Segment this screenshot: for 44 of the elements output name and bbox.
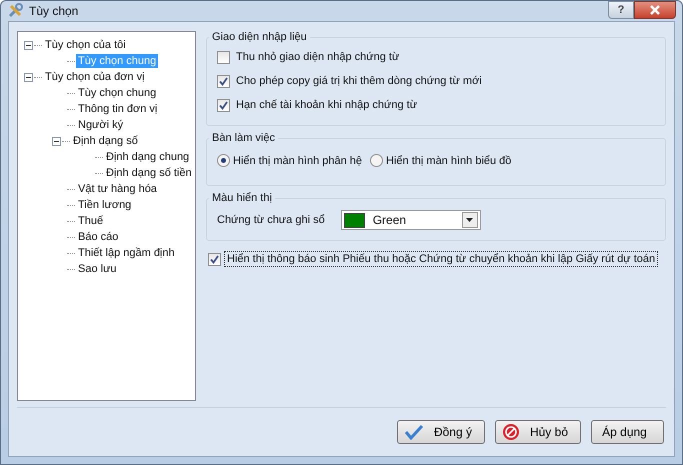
apply-button[interactable]: Áp dụng <box>591 420 664 444</box>
close-button[interactable] <box>634 1 676 19</box>
group-title: Giao diện nhập liệu <box>211 31 308 43</box>
collapse-icon[interactable] <box>24 72 33 82</box>
cancel-button[interactable]: Hủy bỏ <box>494 420 581 444</box>
close-icon <box>649 5 661 15</box>
checkbox[interactable] <box>217 50 230 64</box>
tree-item[interactable]: Thuế <box>76 214 106 228</box>
radio-label: Hiển thị màn hình biểu đồ <box>386 154 512 166</box>
ok-button[interactable]: Đồng ý <box>396 420 485 444</box>
radio-button[interactable] <box>217 154 230 167</box>
help-button[interactable]: ? <box>608 1 634 19</box>
tree-item[interactable]: Tùy chọn của đơn vị <box>43 70 147 84</box>
tree-item[interactable]: Báo cáo <box>76 230 120 244</box>
checkbox-label: Hiển thị thông báo sinh Phiếu thu hoặc Chứng từ chuyển khoản khi lập Giấy rút dự toán <box>224 251 658 267</box>
tree-item[interactable]: Thiết lập ngầm định <box>76 246 177 260</box>
checkbox-label: Cho phép copy giá trị khi thêm dòng chứng từ mới <box>236 75 482 87</box>
checkbox-label: Thu nhỏ giao diện nhập chứng từ <box>236 51 400 63</box>
color-dropdown[interactable]: Green <box>340 210 481 230</box>
tree-item[interactable]: Vật tư hàng hóa <box>76 182 159 196</box>
checkbox[interactable] <box>217 74 230 88</box>
tree-item[interactable]: Định dạng số <box>71 134 140 148</box>
tree-item[interactable]: Tùy chọn chung <box>76 86 158 100</box>
field-label: Chứng từ chưa ghi sổ <box>217 214 325 226</box>
group-title: Màu hiển thị <box>211 192 273 204</box>
tree-item[interactable]: Sao lưu <box>76 262 119 276</box>
tree-item[interactable]: Định dạng chung <box>104 150 192 164</box>
collapse-icon[interactable] <box>52 136 61 146</box>
checkbox[interactable] <box>217 98 230 112</box>
tree-item[interactable]: Thông tin đơn vị <box>76 102 160 116</box>
window-title: Tùy chọn <box>29 4 78 18</box>
radio-label: Hiển thị màn hình phân hệ <box>233 154 362 166</box>
radio-button[interactable] <box>370 154 384 167</box>
tree-item[interactable]: Tùy chọn của tôi <box>43 38 128 52</box>
tools-icon <box>7 3 23 19</box>
checkbox-label: Hạn chế tài khoản khi nhập chứng từ <box>236 99 418 111</box>
tree-item[interactable]: Tiền lương <box>76 198 134 212</box>
group-title: Bàn làm việc <box>211 132 276 144</box>
prohibited-icon <box>502 423 520 441</box>
tree-item[interactable]: Định dạng số tiền <box>104 166 194 180</box>
collapse-icon[interactable] <box>24 40 33 50</box>
checkmark-icon <box>404 424 424 440</box>
checkbox[interactable] <box>208 252 221 266</box>
tree-item[interactable]: Người ký <box>76 118 126 132</box>
